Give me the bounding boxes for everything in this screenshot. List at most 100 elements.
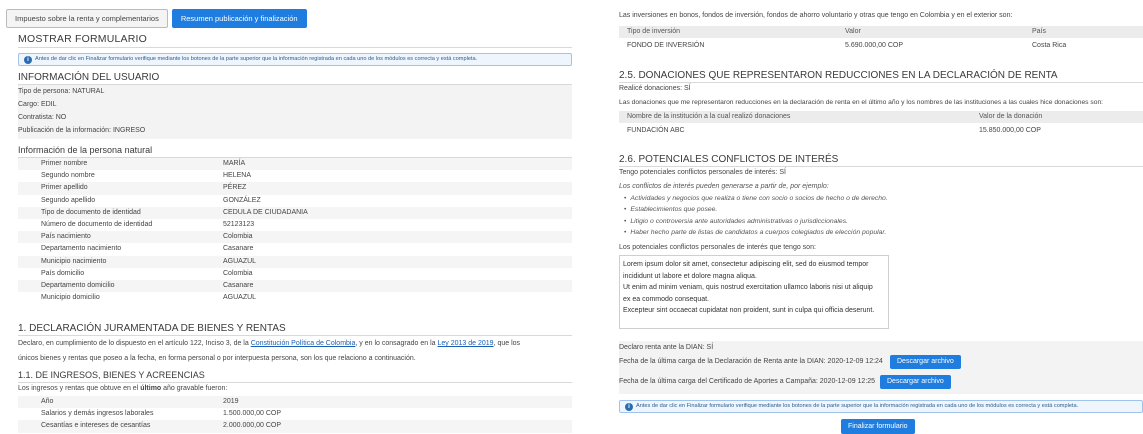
field-row: Primer apellido PÉREZ (18, 182, 572, 195)
conflicts-textarea[interactable]: Lorem ipsum dolor sit amet, consectetur … (619, 255, 889, 329)
field-value: Colombia (223, 233, 253, 241)
notice-text: Antes de dar clic en Finalizar formulari… (636, 403, 1079, 409)
income-label: Año (41, 398, 54, 405)
conflicts-intro: Los conflictos de interés pueden generar… (619, 183, 829, 190)
field-label: Segundo apellido (41, 196, 96, 204)
position: Cargo: EDIL (18, 101, 57, 108)
download-renta-button[interactable]: Descargar archivo (890, 355, 961, 369)
income-value: 2.000.000,00 COP (223, 422, 281, 430)
field-row: Primer nombre MARÍA (18, 158, 572, 171)
table-cell: FUNDACIÓN ABC (627, 127, 685, 134)
conflicts-heading: 2.6. POTENCIALES CONFLICTOS DE INTERÉS (619, 154, 839, 165)
field-value: Casanare (223, 282, 254, 289)
income-row: Salarios y demás ingresos laborales 1.500… (18, 408, 572, 420)
field-row: Tipo de documento de identidad CEDULA DE … (18, 206, 572, 219)
field-value: AGUAZUL (223, 294, 257, 302)
income-row: Cesantías e intereses de cesantías 2.000.… (18, 420, 572, 433)
income-value: 1.500.000,00 COP (223, 410, 281, 418)
investments-table: Tipo de inversión Valor País FONDO DE IN… (619, 26, 1143, 54)
field-row: Segundo nombre HELENA (18, 170, 572, 182)
income-intro-text: año gravable fueron: (161, 385, 228, 392)
field-row: Municipio nacimiento AGUAZUL (18, 255, 572, 268)
investments-intro: Las inversiones en bonos, fondos de inve… (619, 12, 1013, 19)
tab-resumen-publicacion[interactable]: Resumen publicación y finalización (171, 9, 307, 28)
field-label: Municipio domicilio (41, 294, 100, 302)
declaration-divider (18, 335, 572, 336)
table-cell: Costa Rica (1032, 42, 1067, 49)
field-value: GONZÁLEZ (223, 196, 261, 204)
conflicts-examples: Actividades y negocios que realiza o tie… (624, 193, 888, 239)
publication-type: Publicación de la información: INGRESO (18, 127, 146, 134)
notice-text: Antes de dar clic en Finalizar formulari… (35, 56, 478, 62)
list-item: Litigio o controversia ante autoridades … (624, 216, 888, 227)
field-value: 52123123 (223, 221, 255, 228)
donations-made: Realicé donaciones: SÍ (619, 85, 691, 92)
field-label: Segundo nombre (41, 172, 95, 180)
declaration-text-line-1: Declaro, en cumplimiento de lo dispuesto… (18, 340, 520, 347)
page-title: MOSTRAR FORMULARIO (18, 33, 148, 45)
column-header: Nombre de la institución a la cual reali… (627, 113, 791, 120)
donations-divider (619, 82, 1143, 83)
contractor: Contratista: NO (18, 114, 67, 121)
list-item: Establecimientos que posee. (624, 204, 888, 215)
income-label: Cesantías e intereses de cesantías (41, 422, 151, 430)
dian-declares: Declaro renta ante la DIAN: SÍ (619, 344, 714, 351)
field-row: Número de documento de identidad 52123123 (18, 219, 572, 231)
income-label: Salarios y demás ingresos laborales (41, 410, 154, 418)
field-value: Casanare (223, 245, 254, 253)
field-row: País nacimiento Colombia (18, 231, 572, 244)
info-notice: i Antes de dar clic en Finalizar formula… (619, 400, 1143, 413)
textarea-line: Ut enim ad minim veniam, quis nostrud ex… (623, 284, 873, 291)
field-label: Departamento domicilio (41, 282, 115, 289)
list-item: Actividades y negocios que realiza o tie… (624, 193, 887, 204)
declaration-text: , y en lo consagrado en la (355, 340, 438, 347)
field-label: País nacimiento (41, 233, 91, 241)
finalize-form-button[interactable]: Finalizar formulario (841, 419, 915, 434)
info-icon: i (625, 403, 633, 411)
field-row: Segundo apellido GONZÁLEZ (18, 195, 572, 207)
right-panel: Las inversiones en bonos, fondos de inve… (608, 0, 1143, 434)
income-row: Año 2019 (18, 396, 572, 409)
download-aportes-button[interactable]: Descargar archivo (880, 375, 951, 389)
field-value: MARÍA (223, 160, 246, 167)
conflicts-divider (619, 166, 1143, 167)
column-header: Valor de la donación (979, 113, 1043, 120)
list-item: Haber hecho parte de listas de candidato… (624, 227, 888, 238)
field-label: País domicilio (41, 269, 85, 277)
tab-bar: Impuesto sobre la renta y complementario… (6, 9, 307, 28)
income-heading: 1.1. DE INGRESOS, BIENES Y ACREENCIAS (18, 370, 205, 380)
field-value: Colombia (223, 269, 253, 277)
person-type: Tipo de persona: NATURAL (18, 88, 105, 95)
field-value: CEDULA DE CIUDADANIA (223, 208, 308, 216)
law-link[interactable]: Ley 2013 de 2019 (438, 340, 494, 347)
income-intro: Los ingresos y rentas que obtuve en el ú… (18, 385, 227, 392)
donations-intro: Las donaciones que me representaron redu… (619, 99, 1104, 106)
textarea-line: incididunt ut labore et dolore magna ali… (623, 272, 757, 280)
income-intro-text: Los ingresos y rentas que obtuve en el (18, 385, 141, 392)
table-header (619, 26, 1143, 38)
field-value: HELENA (223, 172, 252, 180)
field-label: Número de documento de identidad (41, 221, 153, 228)
donations-heading: 2.5. DONACIONES QUE REPRESENTARON REDUCC… (619, 70, 1058, 81)
textarea-line: Lorem ipsum dolor sit amet, consectetur … (623, 261, 869, 268)
field-row: Departamento domicilio Casanare (18, 280, 572, 293)
declaration-text: Declaro, en cumplimiento de lo dispuesto… (18, 340, 251, 347)
column-header: Tipo de inversión (627, 28, 681, 35)
table-cell: 15.850.000,00 COP (979, 127, 1041, 134)
column-header: País (1032, 28, 1047, 35)
aportes-upload-date: Fecha de la última carga del Certificado… (619, 378, 876, 385)
field-value: AGUAZUL (223, 257, 257, 265)
natural-person-heading: Información de la persona natural (18, 145, 153, 155)
field-row: Departamento nacimiento Casanare (18, 243, 572, 255)
field-row: Municipio domicilio AGUAZUL (18, 292, 572, 304)
declaration-text: , que los (493, 340, 521, 347)
constitution-link[interactable]: Constitución Política de Colombia (251, 340, 356, 347)
textarea-line: Excepteur sint occaecat cupidatat non pr… (623, 307, 875, 314)
field-value: PÉREZ (223, 184, 247, 192)
declaration-heading: 1. DECLARACIÓN JURAMENTADA DE BIENES Y R… (18, 323, 286, 334)
renta-upload-date: Fecha de la última carga de la Declaraci… (619, 358, 883, 365)
income-intro-bold: último (140, 385, 162, 392)
field-label: Departamento nacimiento (41, 245, 122, 253)
tab-impuesto-renta[interactable]: Impuesto sobre la renta y complementario… (6, 9, 168, 28)
table-cell: 5.690.000,00 COP (845, 42, 903, 49)
